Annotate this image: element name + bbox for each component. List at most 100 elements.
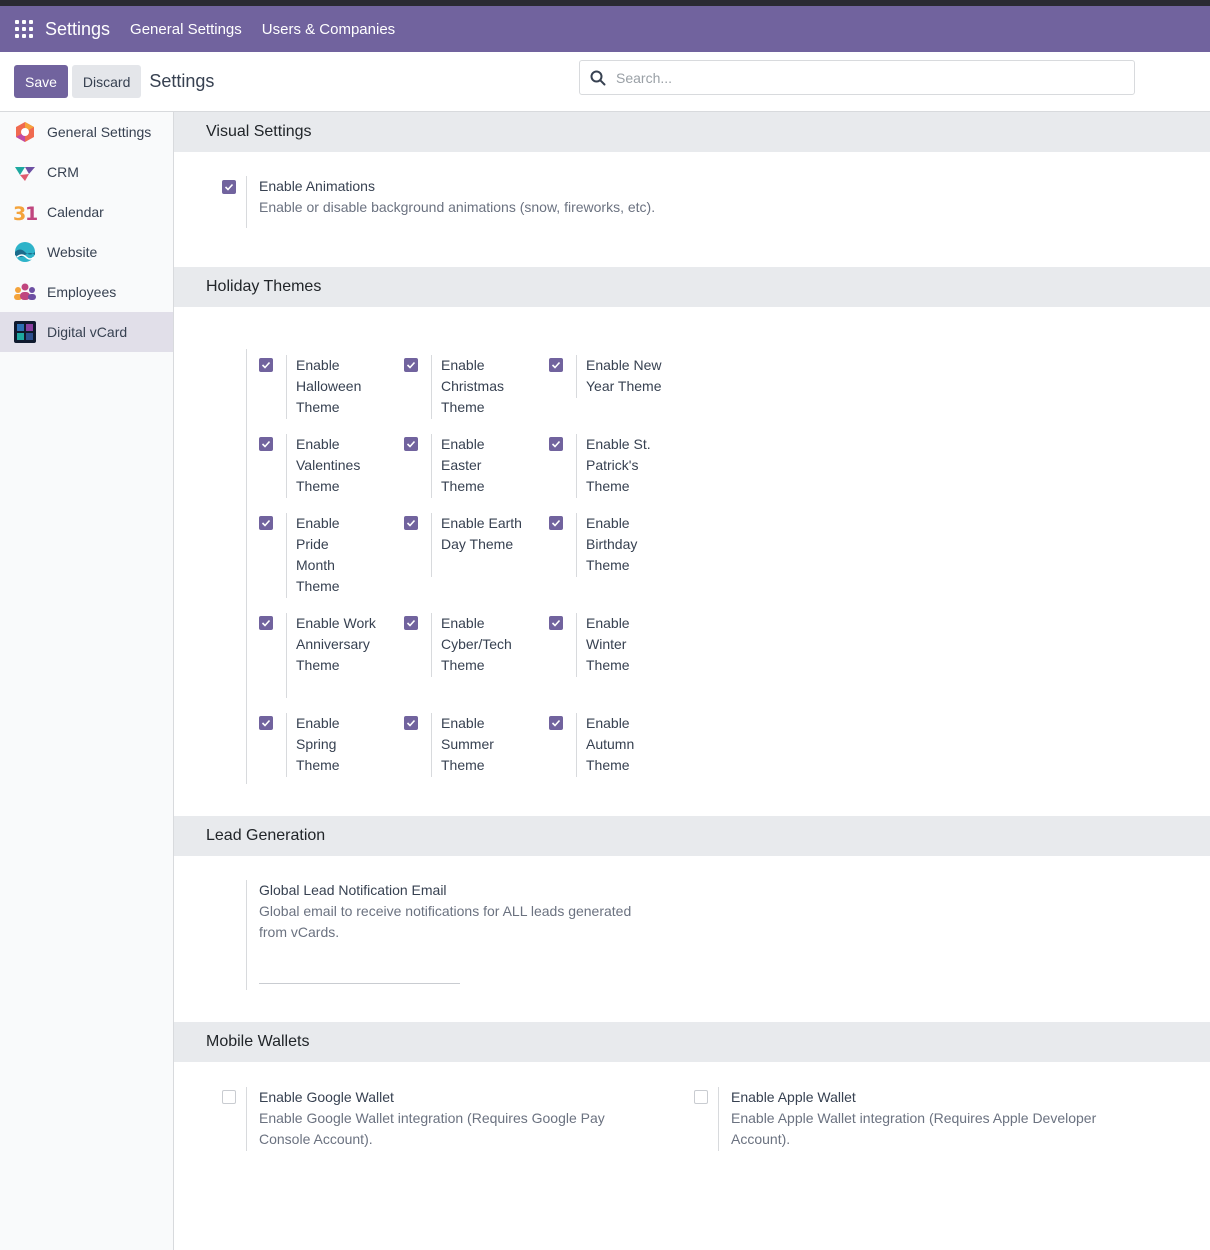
theme-label: Enable Christmas Theme (441, 357, 505, 415)
check-icon (551, 361, 561, 369)
setting-enable-animations: Enable Animations Enable or disable back… (246, 176, 766, 228)
check-icon (224, 183, 234, 191)
save-button[interactable]: Save (14, 65, 68, 98)
theme-label: Enable Autumn Theme (586, 715, 635, 773)
check-icon (261, 519, 271, 527)
check-icon (406, 440, 416, 448)
pride-month-theme-checkbox[interactable] (259, 516, 273, 530)
st-patricks-theme-checkbox[interactable] (549, 437, 563, 451)
winter-theme-checkbox[interactable] (549, 616, 563, 630)
check-icon (406, 519, 416, 527)
christmas-theme-checkbox[interactable] (404, 358, 418, 372)
discard-button[interactable]: Discard (71, 65, 142, 98)
setting-description: Enable Google Wallet integration (Requir… (259, 1110, 605, 1147)
section-header-lead-generation: Lead Generation (174, 816, 1210, 856)
apps-menu-icon[interactable] (15, 20, 33, 38)
setting-label: Enable Google Wallet (259, 1089, 394, 1105)
autumn-theme-checkbox[interactable] (549, 716, 563, 730)
earth-day-theme-checkbox[interactable] (404, 516, 418, 530)
theme-label: Enable Halloween Theme (296, 357, 362, 415)
svg-text:1: 1 (25, 203, 37, 223)
setting-label: Global Lead Notification Email (259, 882, 447, 898)
setting-apple-wallet: Enable Apple Wallet Enable Apple Wallet … (718, 1087, 1138, 1151)
search-input[interactable] (616, 69, 1096, 86)
google-wallet-checkbox[interactable] (222, 1090, 236, 1104)
theme-label: Enable Spring Theme (296, 715, 340, 773)
top-navbar: Settings General Settings Users & Compan… (0, 6, 1210, 52)
settings-main: Visual Settings Enable Animations Enable… (174, 112, 1210, 1250)
general-settings-icon (13, 120, 37, 144)
section-header-visual-settings: Visual Settings (174, 112, 1210, 152)
sidebar-item-label: Digital vCard (47, 324, 128, 340)
check-icon (551, 440, 561, 448)
sidebar-item-label: Employees (47, 284, 117, 300)
digital-vcard-icon (13, 320, 37, 344)
check-icon (406, 361, 416, 369)
theme-label: Enable Earth Day Theme (441, 515, 522, 552)
check-icon (551, 619, 561, 627)
birthday-theme-checkbox[interactable] (549, 516, 563, 530)
new-year-theme-checkbox[interactable] (549, 358, 563, 372)
theme-label: Enable Birthday Theme (586, 515, 638, 573)
apple-wallet-checkbox[interactable] (694, 1090, 708, 1104)
crm-icon (13, 160, 37, 184)
sidebar-item-crm[interactable]: CRM (0, 152, 173, 192)
employees-icon (13, 280, 37, 304)
check-icon (261, 361, 271, 369)
check-icon (551, 519, 561, 527)
theme-label: Enable Valentines Theme (296, 436, 361, 494)
holiday-group-divider (246, 349, 247, 784)
theme-label: Enable Winter Theme (586, 615, 630, 673)
search-box (579, 60, 1135, 95)
sidebar-item-general-settings[interactable]: General Settings (0, 112, 173, 152)
menu-general-settings[interactable]: General Settings (130, 21, 242, 38)
setting-label: Enable Animations (259, 178, 375, 194)
setting-description: Enable or disable background animations … (259, 199, 656, 215)
sidebar-item-digital-vcard[interactable]: Digital vCard (0, 312, 173, 352)
summer-theme-checkbox[interactable] (404, 716, 418, 730)
enable-animations-checkbox[interactable] (222, 180, 236, 194)
theme-label: Enable St. Patrick's Theme (586, 436, 651, 494)
menu-users-companies[interactable]: Users & Companies (262, 21, 395, 38)
navbar-brand[interactable]: Settings (45, 19, 110, 40)
setting-global-lead-email: Global Lead Notification Email Global em… (246, 880, 646, 990)
theme-label: Enable Summer Theme (441, 715, 494, 773)
website-icon (13, 240, 37, 264)
control-panel: Save Discard Settings (0, 52, 1210, 112)
work-anniversary-theme-checkbox[interactable] (259, 616, 273, 630)
settings-sidebar: General Settings CRM 31 Calendar Website… (0, 112, 174, 1250)
setting-description: Enable Apple Wallet integration (Require… (731, 1110, 1097, 1147)
sidebar-item-label: Website (47, 244, 98, 260)
theme-label: Enable Pride Month Theme (296, 515, 340, 594)
check-icon (261, 619, 271, 627)
spring-theme-checkbox[interactable] (259, 716, 273, 730)
check-icon (261, 440, 271, 448)
sidebar-item-calendar[interactable]: 31 Calendar (0, 192, 173, 232)
check-icon (406, 619, 416, 627)
sidebar-item-label: CRM (47, 164, 79, 180)
theme-label: Enable New Year Theme (586, 357, 662, 394)
sidebar-item-label: General Settings (47, 124, 152, 140)
section-header-mobile-wallets: Mobile Wallets (174, 1022, 1210, 1062)
setting-description: Global email to receive notifications fo… (259, 903, 632, 940)
easter-theme-checkbox[interactable] (404, 437, 418, 451)
section-header-holiday-themes: Holiday Themes (174, 267, 1210, 307)
search-icon (590, 70, 606, 85)
sidebar-item-website[interactable]: Website (0, 232, 173, 272)
sidebar-item-label: Calendar (47, 204, 104, 220)
check-icon (551, 719, 561, 727)
theme-label: Enable Work Anniversary Theme (296, 615, 376, 673)
setting-label: Enable Apple Wallet (731, 1089, 856, 1105)
calendar-icon: 31 (13, 200, 37, 224)
sidebar-item-employees[interactable]: Employees (0, 272, 173, 312)
setting-google-wallet: Enable Google Wallet Enable Google Walle… (246, 1087, 666, 1151)
lead-email-input[interactable] (259, 983, 460, 984)
halloween-theme-checkbox[interactable] (259, 358, 273, 372)
theme-label: Enable Easter Theme (441, 436, 485, 494)
check-icon (406, 719, 416, 727)
theme-label: Enable Cyber/Tech Theme (441, 615, 512, 673)
cyber-tech-theme-checkbox[interactable] (404, 616, 418, 630)
page-title: Settings (149, 71, 215, 91)
valentines-theme-checkbox[interactable] (259, 437, 273, 451)
check-icon (261, 719, 271, 727)
